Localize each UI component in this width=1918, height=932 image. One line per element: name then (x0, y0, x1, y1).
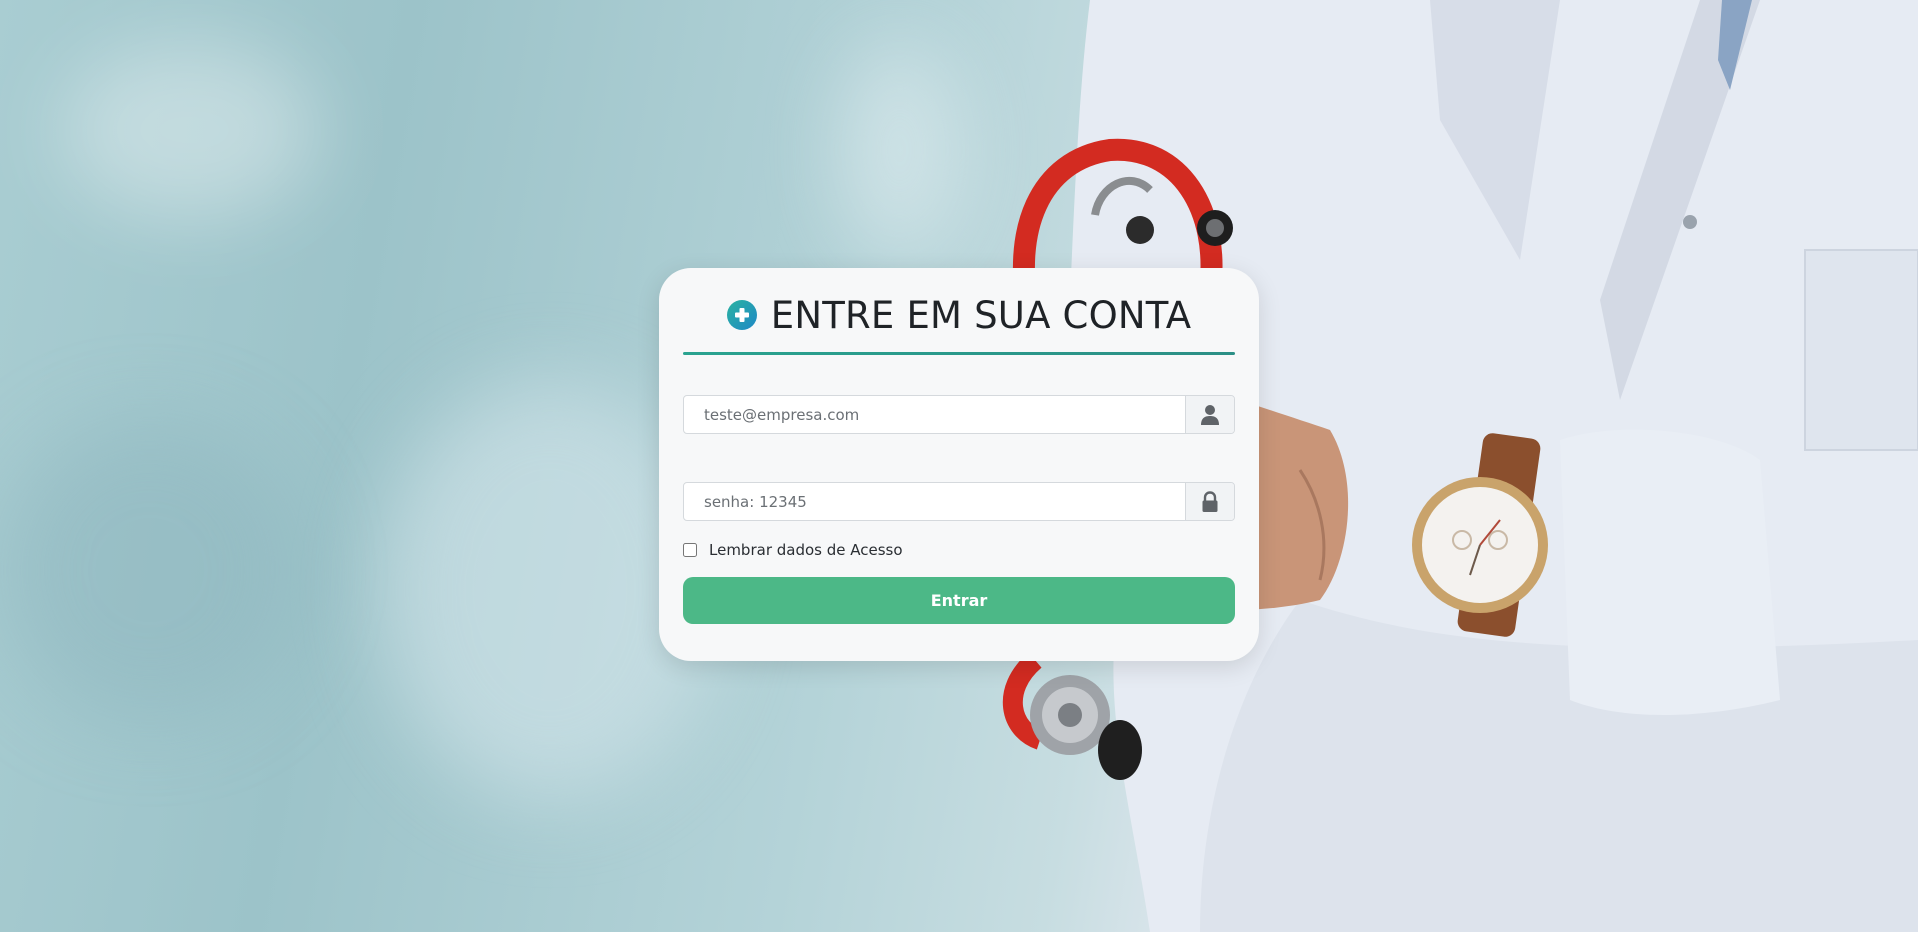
login-card: ENTRE EM SUA CONTA Lembrar (659, 268, 1259, 661)
login-header: ENTRE EM SUA CONTA (683, 290, 1235, 340)
email-field-group (683, 395, 1235, 434)
background-blur (60, 40, 320, 220)
medical-cross-icon (726, 300, 757, 330)
title-divider (683, 352, 1235, 355)
background-blur (840, 40, 960, 260)
user-icon (1185, 396, 1234, 433)
remember-me-row: Lembrar dados de Acesso (683, 541, 1235, 559)
login-page: ENTRE EM SUA CONTA Lembrar (0, 0, 1918, 932)
page-title: ENTRE EM SUA CONTA (770, 293, 1192, 337)
login-button[interactable]: Entrar (683, 577, 1235, 624)
remember-checkbox[interactable] (683, 543, 697, 557)
lock-icon (1185, 483, 1234, 520)
email-input[interactable] (684, 396, 1185, 433)
background-blur (0, 420, 300, 720)
password-input[interactable] (684, 483, 1185, 520)
remember-label[interactable]: Lembrar dados de Acesso (709, 541, 903, 559)
password-field-group (683, 482, 1235, 521)
